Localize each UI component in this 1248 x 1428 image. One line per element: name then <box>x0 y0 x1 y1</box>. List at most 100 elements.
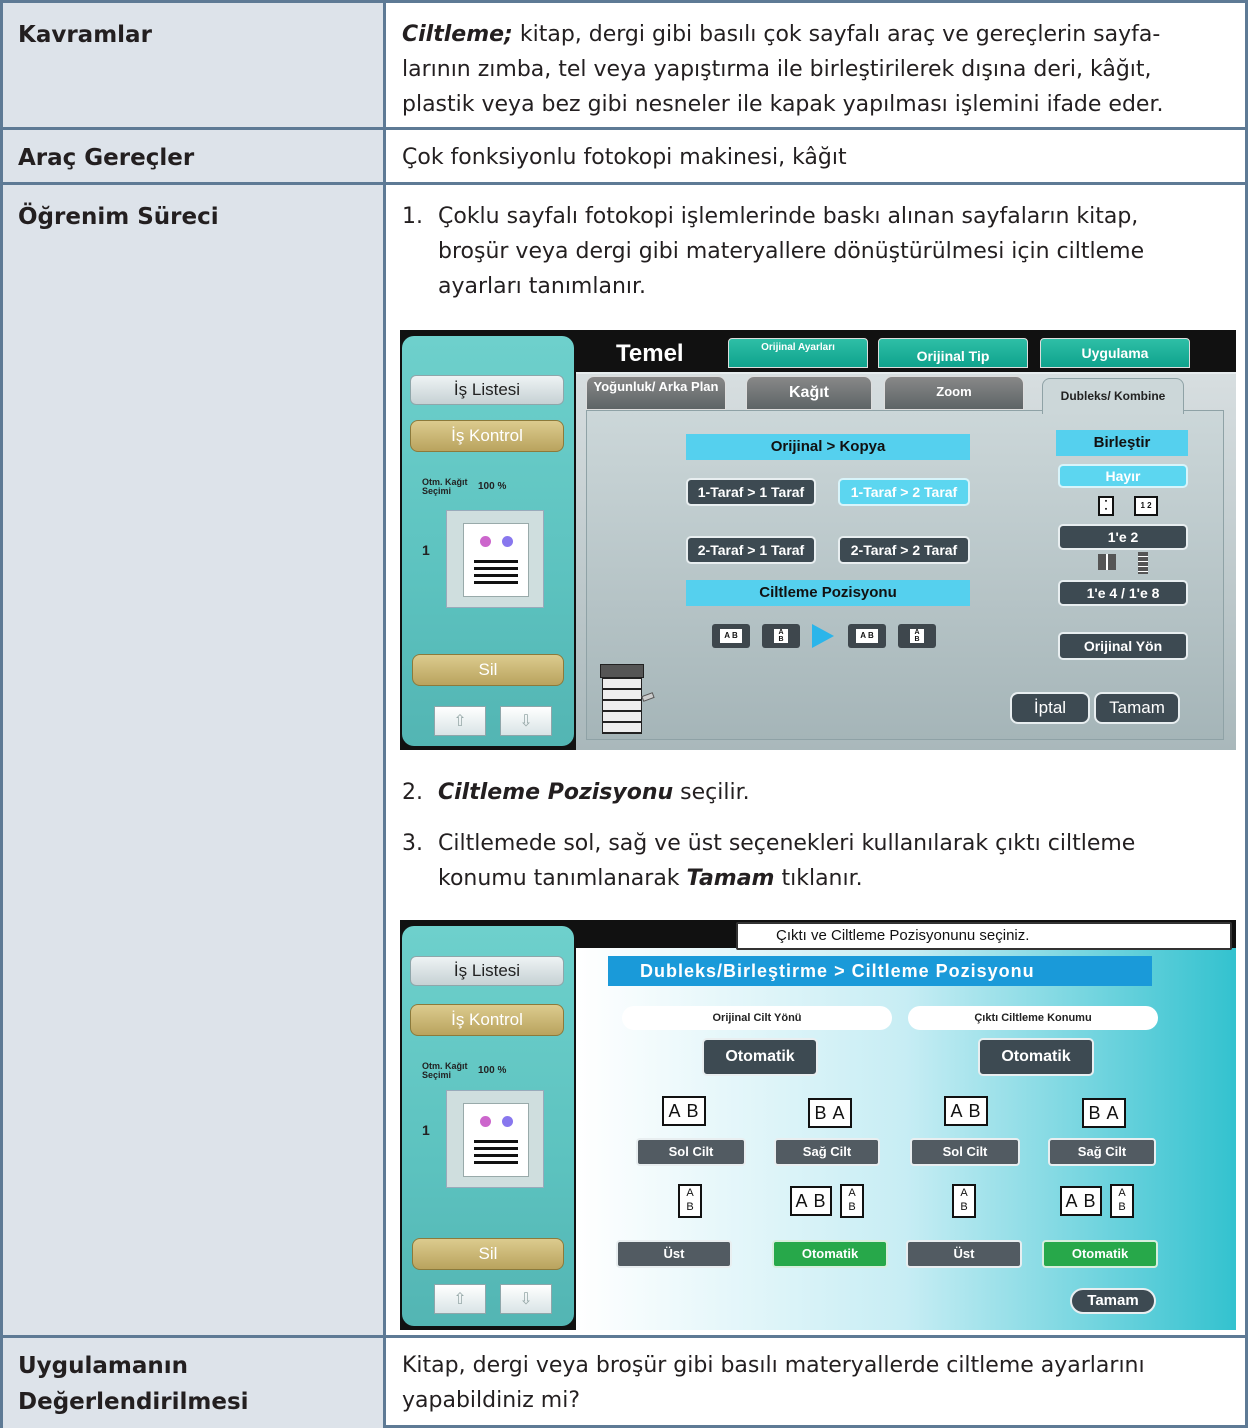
original-left-bind-button[interactable]: Sol Cilt <box>636 1138 746 1166</box>
zoom-percent-2: 100 % <box>478 1065 507 1076</box>
original-auto-bind-button[interactable]: Otomatik <box>772 1240 888 1268</box>
book-top-icon-3: AB <box>952 1184 976 1218</box>
evaluation-question: Kitap, dergi veya broşür gibi basılı mat… <box>402 1353 1145 1413</box>
tab-density[interactable]: Yoğunluk/ Arka Plan <box>586 376 726 410</box>
binding-icon-left-book[interactable]: A B <box>712 624 750 648</box>
ok-button-2[interactable]: Tamam <box>1070 1288 1156 1314</box>
scroll-up-button[interactable]: ⇧ <box>434 706 486 736</box>
combine-no-button[interactable]: Hayır <box>1058 464 1188 488</box>
main-settings-area: Temel Orijinal Ayarları Orijinal Tip Uyg… <box>576 330 1236 750</box>
book-ab-icon-2: A B <box>944 1096 988 1126</box>
evaluation-label: Uygulamanın Değerlendirilmesi <box>18 1353 249 1415</box>
definition-line-3: plastik veya bez gibi nesneler ile kapak… <box>402 92 1164 117</box>
delete-button[interactable]: Sil <box>412 654 564 686</box>
copier-screen-binding-position: İş Listesi İş Kontrol Otm. Kağıt Seçimi … <box>400 920 1236 1330</box>
combine-1-2-icon: 1 2 <box>1134 496 1158 516</box>
tab-paper[interactable]: Kağıt <box>746 376 872 410</box>
learning-label: Öğrenim Süreci <box>18 204 219 230</box>
concepts-label-cell: Kavramlar <box>3 3 386 127</box>
binding-icon-out-left[interactable]: A B <box>848 624 886 648</box>
paper-select-label: Otm. Kağıt Seçimi <box>422 477 468 496</box>
concepts-content-cell: Ciltleme; kitap, dergi gibi basılı çok s… <box>389 3 1245 127</box>
binding-header: Dubleks/Birleştirme > Ciltleme Pozisyonu <box>608 956 1152 986</box>
duplex-1to1-button[interactable]: 1-Taraf > 1 Taraf <box>686 478 816 506</box>
evaluation-content-cell: Kitap, dergi veya broşür gibi basılı mat… <box>389 1338 1245 1428</box>
tab-original-settings[interactable]: Orijinal Ayarları <box>728 338 868 368</box>
row-tools: Araç Gereçler Çok fonksiyonlu fotokopi m… <box>3 130 1245 185</box>
row-evaluation: Uygulamanın Değerlendirilmesi Kitap, der… <box>3 1338 1245 1428</box>
preview-paper <box>463 523 529 597</box>
job-list-button-2[interactable]: İş Listesi <box>410 956 564 986</box>
book-ab-icon-3: A B <box>790 1186 832 1216</box>
row-learning-process: Öğrenim Süreci 1. Çoklu sayfalı fotokopi… <box>3 185 1245 1338</box>
original-direction-button[interactable]: Orijinal Yön <box>1058 632 1188 660</box>
combine-1to4-button[interactable]: 1'e 4 / 1'e 8 <box>1058 580 1188 606</box>
zoom-percent: 100 % <box>478 481 507 492</box>
output-auto-bind-button[interactable]: Otomatik <box>1042 1240 1158 1268</box>
side-panel: İş Listesi İş Kontrol Otm. Kağıt Seçimi … <box>402 336 574 746</box>
binding-icon-top-book[interactable]: AB <box>762 624 800 648</box>
combine-bar: Birleştir <box>1056 430 1188 456</box>
delete-button-2[interactable]: Sil <box>412 1238 564 1270</box>
stack-icon-2: 1 <box>422 1122 430 1138</box>
scroll-down-button[interactable]: ⇩ <box>500 706 552 736</box>
tools-content-cell: Çok fonksiyonlu fotokopi makinesi, kâğıt <box>389 130 1245 182</box>
step-3-line-2b: tıklanır. <box>774 866 863 891</box>
term-ciltleme: Ciltleme; <box>402 22 513 47</box>
book-ab-icon-4: A B <box>1060 1186 1102 1216</box>
copier-screen-duplex: İş Listesi İş Kontrol Otm. Kağıt Seçimi … <box>400 330 1236 750</box>
book-top-icon-1: AB <box>678 1184 702 1218</box>
output-binding-position-label: Çıktı Ciltleme Konumu <box>908 1006 1158 1030</box>
book-ba-icon-2: B A <box>1082 1098 1126 1128</box>
output-right-bind-button[interactable]: Sağ Cilt <box>1048 1138 1156 1166</box>
combine-single-icon: ▪ ▪ <box>1098 496 1114 516</box>
combine-1to2-button[interactable]: 1'e 2 <box>1058 524 1188 550</box>
original-auto-button[interactable]: Otomatik <box>702 1038 818 1076</box>
original-top-bind-button[interactable]: Üst <box>616 1240 732 1268</box>
step-3-line-1: Ciltlemede sol, sağ ve üst seçenekleri k… <box>438 831 1136 856</box>
original-binding-direction-label: Orijinal Cilt Yönü <box>622 1006 892 1030</box>
tab-duplex[interactable]: Dubleks/ Kombine <box>1042 378 1184 414</box>
preview-paper-2 <box>463 1103 529 1177</box>
step-3-line-2a: konumu tanımlanarak <box>438 866 687 891</box>
binding-icon-out-top[interactable]: AB <box>898 624 936 648</box>
concepts-definition: Ciltleme; kitap, dergi gibi basılı çok s… <box>402 17 1233 122</box>
book-top-icon-4: AB <box>1110 1184 1134 1218</box>
book-top-icon-2: AB <box>840 1184 864 1218</box>
ok-button[interactable]: Tamam <box>1094 692 1180 724</box>
tools-label: Araç Gereçler <box>18 145 195 171</box>
tab-original-type[interactable]: Orijinal Tip <box>878 338 1028 368</box>
tab-application[interactable]: Uygulama <box>1040 338 1190 368</box>
step-3-number: 3. <box>402 831 423 856</box>
preview-dot-purple <box>502 536 513 547</box>
scroll-down-button-2[interactable]: ⇩ <box>500 1284 552 1314</box>
book-ba-icon-1: B A <box>808 1098 852 1128</box>
job-list-button[interactable]: İş Listesi <box>410 375 564 405</box>
output-top-bind-button[interactable]: Üst <box>906 1240 1022 1268</box>
job-control-button-2[interactable]: İş Kontrol <box>410 1004 564 1036</box>
original-right-bind-button[interactable]: Sağ Cilt <box>774 1138 880 1166</box>
step-1-line-3: ayarları tanımlanır. <box>438 274 647 299</box>
output-left-bind-button[interactable]: Sol Cilt <box>910 1138 1020 1166</box>
step-3-bold-term: Tamam <box>686 866 775 891</box>
activity-table: Kavramlar Ciltleme; kitap, dergi gibi ba… <box>0 0 1248 1428</box>
step-1-line-2: broşür veya dergi gibi materyallere dönü… <box>438 239 1145 264</box>
scroll-up-button-2[interactable]: ⇧ <box>434 1284 486 1314</box>
preview-dot-pink <box>480 536 491 547</box>
binding-position-bar[interactable]: Ciltleme Pozisyonu <box>686 580 970 606</box>
binding-settings-area: Çıktı ve Ciltleme Pozisyonunu seçiniz. D… <box>576 920 1236 1330</box>
cancel-button[interactable]: İptal <box>1010 692 1090 724</box>
duplex-1to2-button[interactable]: 1-Taraf > 2 Taraf <box>838 478 970 506</box>
job-control-button[interactable]: İş Kontrol <box>410 420 564 452</box>
output-auto-button[interactable]: Otomatik <box>978 1038 1094 1076</box>
duplex-2to1-button[interactable]: 2-Taraf > 1 Taraf <box>686 536 816 564</box>
tab-zoom[interactable]: Zoom <box>884 376 1024 410</box>
instruction-message: Çıktı ve Ciltleme Pozisyonunu seçiniz. <box>736 922 1232 950</box>
duplex-2to2-button[interactable]: 2-Taraf > 2 Taraf <box>838 536 970 564</box>
learning-label-cell: Öğrenim Süreci <box>3 185 386 1335</box>
combine-8-icon <box>1138 552 1148 574</box>
tools-label-cell: Araç Gereçler <box>3 130 386 182</box>
step-1-number: 1. <box>402 204 423 229</box>
concepts-label: Kavramlar <box>18 22 152 48</box>
tools-text: Çok fonksiyonlu fotokopi makinesi, kâğıt <box>402 145 847 170</box>
